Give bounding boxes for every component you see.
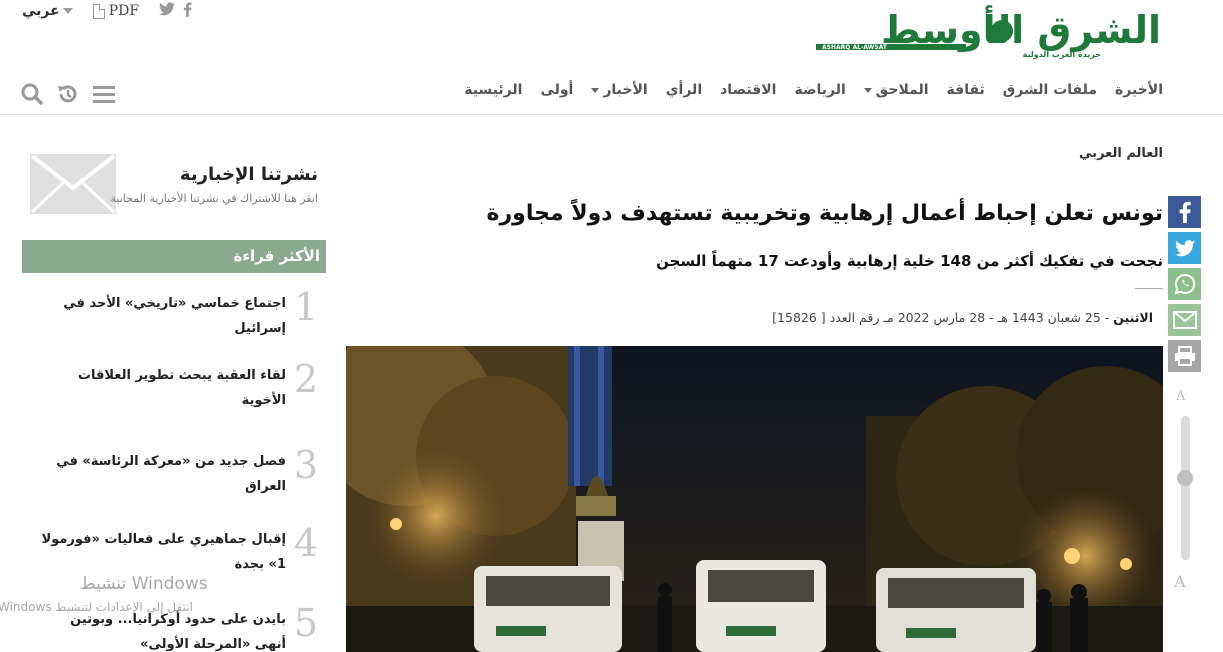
article-dateline: الاثنين - 25 شعبان 1443 هـ - 28 مارس 202… [772,310,1153,325]
globe-icon [991,20,1013,42]
nav-item-label: الرياضة [794,82,846,98]
header-divider [0,114,1223,115]
article-subheadline: نجحت في تفكيك أكثر من 148 خلية إرهابية و… [656,252,1163,270]
newsletter-signup[interactable]: نشرتنا الإخبارية انقر هنا للاشتراك في نش… [22,152,326,216]
nav-item-label: ثقافة [946,82,985,98]
most-read-title: إقبال جماهيري على فعاليات «فورمولا 1» بج… [41,532,286,573]
share-bar [1168,196,1201,372]
twitter-icon[interactable] [159,2,176,20]
nav-item-label: الأخيرة [1114,82,1163,98]
site-logo[interactable]: ASHARQ AL-AWSAT الشرق الأوسط جريدة العرب… [816,6,1162,62]
most-read-title: اجتماع خماسي «تاريخي» الأحد في إسرائيل [63,296,286,337]
nav-item[interactable]: الملاحق [863,82,929,98]
logo-tagline: جريدة العرب الدولية [1022,50,1101,59]
mail-icon [1172,311,1197,329]
facebook-icon [1179,201,1191,223]
most-read-item[interactable]: 1 اجتماع خماسي «تاريخي» الأحد في إسرائيل [22,273,326,345]
facebook-icon[interactable] [183,1,192,21]
most-read-item[interactable]: 2 لقاء العقبة يبحث تطوير العلاقات الأخوية [22,345,326,417]
nav-item[interactable]: ثقافة [947,82,985,98]
chevron-down-icon [591,87,600,93]
windows-activation-title: تنشيط Windows [80,574,208,594]
windows-activation-hint: انتقل إلى الإعدادات لتنشيط Windows [0,600,193,614]
nav-item[interactable]: أولى [540,82,573,98]
nav-item[interactable]: الأخبار [591,82,648,98]
nav-item[interactable]: الاقتصاد [720,82,776,98]
top-utility-bar: عربي PDF [22,0,192,22]
font-size-small-label[interactable]: A [1174,572,1186,591]
pdf-label: PDF [108,3,140,19]
print-button[interactable] [1168,340,1201,372]
article-headline: تونس تعلن إحباط أعمال إرهابية وتخريبية ت… [486,201,1163,226]
nav-item-label: الاقتصاد [720,82,777,98]
nav-item[interactable]: الأخيرة [1115,82,1163,98]
nav-item[interactable]: الرأي [666,82,702,98]
facebook-share-button[interactable] [1168,196,1201,228]
twitter-icon [1174,239,1195,256]
font-size-large-label[interactable]: A [1176,389,1185,404]
pdf-icon [92,3,105,19]
most-read-title: لقاء العقبة يبحث تطوير العلاقات الأخوية [77,368,286,409]
nav-item[interactable]: الرئيسية [464,82,522,98]
menu-icon[interactable] [92,82,116,106]
section-label[interactable]: العالم العربي [1079,146,1163,161]
history-icon[interactable] [56,82,80,106]
logo-latin: ASHARQ AL-AWSAT [822,44,887,51]
nav-tools [20,82,116,106]
search-icon[interactable] [20,82,44,106]
nav-item-label: الأخبار [603,82,648,98]
dateline-rule [1135,288,1163,289]
nav-item[interactable]: الرياضة [794,82,845,98]
mail-share-button[interactable] [1168,304,1201,336]
twitter-share-button[interactable] [1168,232,1201,264]
most-read-rank: 5 [293,601,318,645]
most-read-rank: 1 [293,285,318,329]
language-label: عربي [22,3,60,19]
nav-item-label: أولى [540,82,574,98]
most-read-rank: 2 [293,357,318,401]
most-read-item[interactable]: 5 بايدن على حدود أوكرانيا... وبوتين أنهى … [22,589,326,652]
chevron-down-icon [863,87,872,93]
most-read-rank: 3 [293,443,318,487]
whatsapp-icon [1174,273,1195,295]
newsletter-title: نشرتنا الإخبارية [179,164,318,185]
nav-item-label: الرأي [665,82,703,98]
whatsapp-share-button[interactable] [1168,268,1201,300]
most-read-header: الأكثر قراءة [22,240,326,273]
most-read-rank: 4 [293,521,318,565]
envelope-icon [30,154,116,214]
chevron-down-icon [62,8,73,14]
nav-item-label: الملاحق [875,82,929,98]
dateline-date: - 25 شعبان 1443 هـ - 28 مارس 2022 مـ رقم… [772,310,1110,325]
social-links [159,1,192,21]
print-icon [1174,346,1195,366]
nav-item[interactable]: ملفات الشرق [1003,82,1097,98]
most-read-item[interactable]: 3 فصل جديد من «معركة الرئاسة» في العراق [22,431,326,503]
most-read-item[interactable]: 4 إقبال جماهيري على فعاليات «فورمولا 1» ب… [22,509,326,581]
logo-wordmark: الشرق الأوسط [880,8,1162,52]
main-nav: الرئيسية أولى الأخبار الرأي الاقتصاد الرياضة ا… [464,82,1163,98]
language-switcher[interactable]: عربي [22,3,73,19]
most-read-title: فصل جديد من «معركة الرئاسة» في العراق [56,454,286,495]
font-size-slider[interactable] [1181,416,1190,560]
pdf-link[interactable]: PDF [92,3,140,19]
dateline-day: الاثنين [1113,310,1153,325]
article-hero-image[interactable] [346,346,1163,652]
nav-item-label: الرئيسية [464,82,523,98]
nav-item-label: ملفات الشرق [1002,82,1097,98]
font-size-slider-handle[interactable] [1177,469,1193,486]
newsletter-subtitle: انقر هنا للاشتراك في نشرتنا الأخبارية ال… [110,192,318,205]
